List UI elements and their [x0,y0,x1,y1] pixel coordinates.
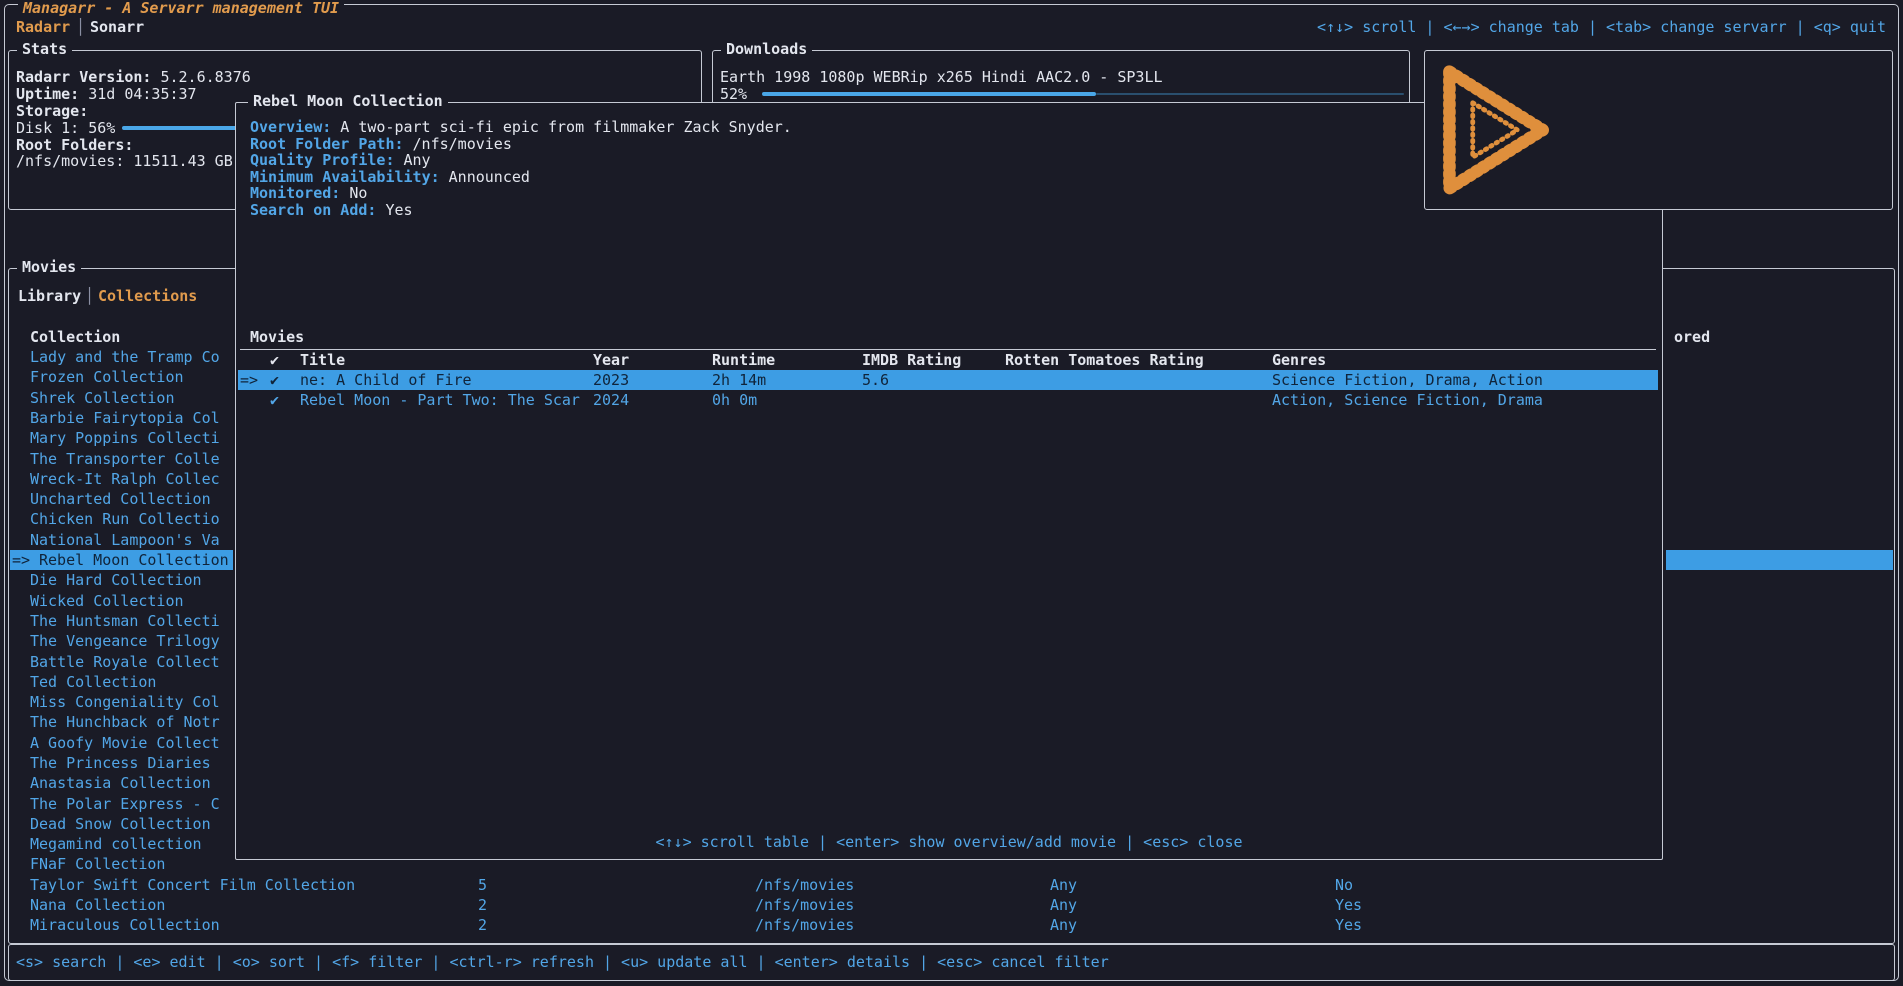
movie-row-selected[interactable]: => ✔ ne: A Child of Fire 2023 2h 14m 5.6… [238,370,1658,390]
collection-row[interactable]: Wreck-It Ralph Collec [30,469,220,489]
collection-row[interactable]: Chicken Run Collectio [30,509,220,529]
collection-row[interactable]: Miraculous Collection [30,915,220,935]
download-progress-gauge-track [1096,93,1404,95]
download-item-name: Earth 1998 1080p WEBRip x265 Hindi AAC2.… [720,67,1163,87]
movie-genres: Science Fiction, Drama, Action [1272,370,1543,390]
collection-row[interactable]: Ted Collection [30,672,156,692]
selection-marker: => [12,550,30,570]
collection-row[interactable]: Taylor Swift Concert Film Collection [30,875,355,895]
field-value-search-on-add: Yes [385,201,412,219]
selection-marker: => [240,370,258,390]
collection-row[interactable]: National Lampoon's Va [30,530,220,550]
movies-column-title: Title [300,350,345,370]
keybinding-hints-bottom: <s> search | <e> edit | <o> sort | <f> f… [16,952,1109,972]
collection-row[interactable]: Miss Congeniality Col [30,692,220,712]
collection-quality-profile: Any [1050,895,1077,915]
field-value-minimum-availability: Announced [449,168,530,186]
collection-row-selected[interactable]: => Rebel Moon Collection [10,550,233,570]
collection-row[interactable]: Shrek Collection [30,388,175,408]
movies-table-title: Movies [250,327,304,347]
collection-row[interactable]: FNaF Collection [30,854,165,874]
movies-column-runtime: Runtime [712,350,775,370]
collection-row[interactable]: The Polar Express - C [30,794,220,814]
collection-row[interactable]: A Goofy Movie Collect [30,733,220,753]
stats-panel-title: Stats [17,41,72,57]
play-logo-icon [1438,62,1558,198]
collection-row[interactable]: Wicked Collection [30,591,184,611]
movies-panel-title: Movies [17,259,81,275]
column-header-monitored-fragment: ored [1674,327,1710,347]
collection-row[interactable]: The Huntsman Collecti [30,611,220,631]
tab-collections[interactable]: Collections [98,286,197,306]
movies-column-year: Year [593,350,629,370]
movie-year: 2023 [593,370,629,390]
movie-title: ne: A Child of Fire [300,370,472,390]
movie-runtime: 2h 14m [712,370,766,390]
download-progress-gauge [762,92,1096,96]
collection-row[interactable]: Nana Collection [30,895,165,915]
download-progress-label: 52% [720,84,747,104]
field-label-search-on-add: Search on Add: [250,201,376,219]
collection-name: Rebel Moon Collection [39,550,229,570]
collection-row[interactable]: The Princess Diaries [30,753,211,773]
collection-quality-profile: Any [1050,915,1077,935]
collection-row[interactable]: The Vengeance Trilogy [30,631,220,651]
terminal-screen: Managarr - A Servarr management TUI Rada… [0,0,1903,986]
movie-runtime: 0h 0m [712,390,757,410]
downloads-panel-title: Downloads [721,41,812,57]
uptime-value: 31d 04:35:37 [88,85,196,103]
collection-row[interactable]: Anastasia Collection [30,773,211,793]
collection-search-on-add: Yes [1335,895,1362,915]
column-header-collection: Collection [30,327,120,347]
tab-separator: │ [76,17,85,37]
modal-keybinding-hints: <↑↓> scroll table | <enter> show overvie… [236,832,1662,852]
movies-column-check: ✔ [270,350,279,370]
collection-row[interactable]: The Hunchback of Notr [30,712,220,732]
collection-movie-count: 2 [478,895,487,915]
movie-imdb-rating: 5.6 [862,370,889,390]
collection-movie-count: 5 [478,875,487,895]
collection-root-folder: /nfs/movies [755,915,854,935]
collection-row[interactable]: The Transporter Colle [30,449,220,469]
collection-row[interactable]: Barbie Fairytopia Col [30,408,220,428]
collection-details-modal: Rebel Moon Collection Overview:A two-par… [235,102,1663,860]
collection-row[interactable]: Uncharted Collection [30,489,211,509]
collection-row-selected-right-fragment [1666,550,1893,570]
collection-row[interactable]: Frozen Collection [30,367,184,387]
footer-bar: <s> search | <e> edit | <o> sort | <f> f… [8,944,1895,981]
collection-row[interactable]: Battle Royale Collect [30,652,220,672]
collection-row[interactable]: Lady and the Tramp Co [30,347,220,367]
collection-row[interactable]: Die Hard Collection [30,570,202,590]
collection-quality-profile: Any [1050,875,1077,895]
movies-column-imdb-rating: IMDB Rating [862,350,961,370]
tab-radarr[interactable]: Radarr [16,17,70,37]
movies-column-rotten-tomatoes: Rotten Tomatoes Rating [1005,350,1204,370]
collection-search-on-add: No [1335,875,1353,895]
collection-movie-count: 2 [478,915,487,935]
logo-panel [1424,50,1893,210]
tab-sonarr[interactable]: Sonarr [90,17,144,37]
collection-search-on-add: Yes [1335,915,1362,935]
tab-separator: │ [85,286,94,306]
collection-row[interactable]: Megamind collection [30,834,202,854]
movie-genres: Action, Science Fiction, Drama [1272,390,1543,410]
movies-column-genres: Genres [1272,350,1326,370]
movie-title[interactable]: Rebel Moon - Part Two: The Scar [300,390,580,410]
keybinding-hints-top: <↑↓> scroll | <←→> change tab | <tab> ch… [1000,17,1886,37]
collection-root-folder: /nfs/movies [755,875,854,895]
modal-title: Rebel Moon Collection [248,93,448,109]
check-icon: ✔ [270,370,279,390]
check-icon: ✔ [270,390,279,410]
collection-row[interactable]: Dead Snow Collection [30,814,211,834]
collection-root-folder: /nfs/movies [755,895,854,915]
collection-row[interactable]: Mary Poppins Collecti [30,428,220,448]
root-folder-usage: /nfs/movies: 11511.43 GB [16,151,233,171]
tab-library[interactable]: Library [18,286,81,306]
app-title: Managarr - A Servarr management TUI [18,0,344,16]
movie-year: 2024 [593,390,629,410]
